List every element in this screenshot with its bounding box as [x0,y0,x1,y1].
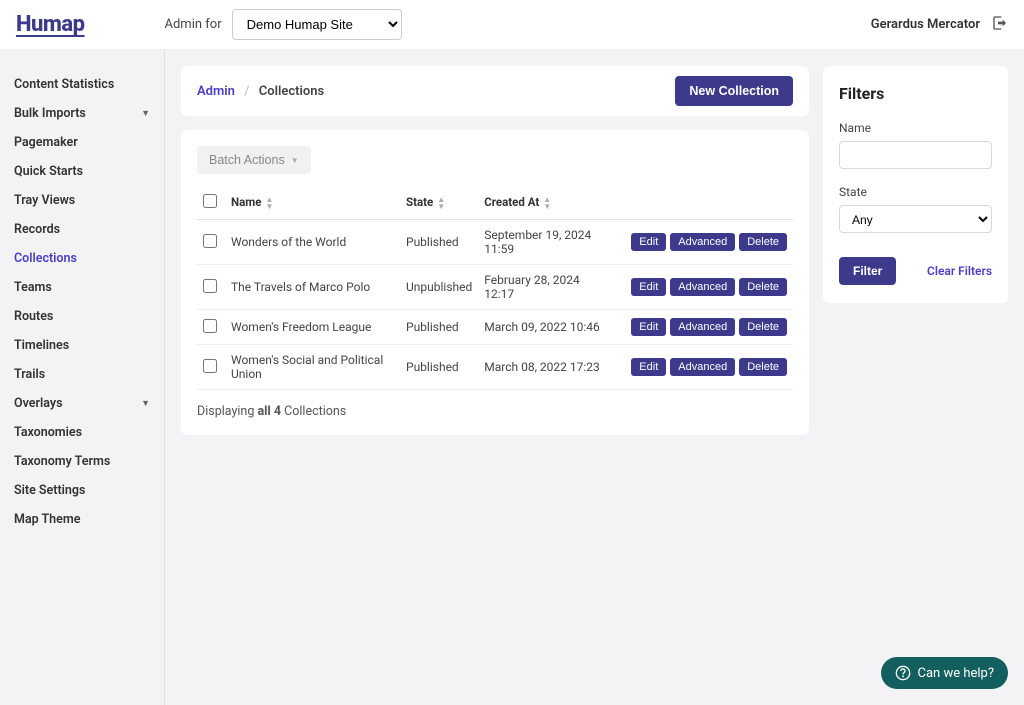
row-created-at: September 19, 2024 11:59 [478,220,613,265]
row-checkbox[interactable] [203,279,217,293]
logout-icon[interactable] [992,15,1008,35]
row-checkbox[interactable] [203,359,217,373]
select-all-checkbox[interactable] [203,194,217,208]
sidebar-item-map-theme[interactable]: Map Theme [0,505,164,534]
sidebar-item-label: Routes [14,309,53,324]
delete-button[interactable]: Delete [739,278,787,296]
breadcrumb-root[interactable]: Admin [197,84,235,99]
column-created-at[interactable]: Created At▲▼ [478,186,613,220]
sidebar-item-taxonomies[interactable]: Taxonomies [0,418,164,447]
sidebar-item-site-settings[interactable]: Site Settings [0,476,164,505]
sidebar-item-records[interactable]: Records [0,215,164,244]
caret-down-icon: ▼ [291,156,299,165]
displaying-count: Displaying all 4 Collections [197,404,793,419]
sidebar-item-label: Teams [14,280,52,295]
row-state: Published [400,220,478,265]
advanced-button[interactable]: Advanced [670,358,735,376]
row-state: Published [400,310,478,345]
sidebar-item-trails[interactable]: Trails [0,360,164,389]
advanced-button[interactable]: Advanced [670,318,735,336]
sidebar-item-label: Map Theme [14,512,80,527]
site-select[interactable]: Demo Humap Site [232,9,402,40]
edit-button[interactable]: Edit [631,233,666,251]
sidebar-item-teams[interactable]: Teams [0,273,164,302]
caret-down-icon: ▼ [141,108,150,119]
sidebar-item-label: Tray Views [14,193,75,208]
sidebar-item-timelines[interactable]: Timelines [0,331,164,360]
sidebar-item-label: Taxonomies [14,425,82,440]
sort-icon: ▲▼ [265,196,273,210]
sidebar-item-pagemaker[interactable]: Pagemaker [0,128,164,157]
delete-button[interactable]: Delete [739,358,787,376]
row-state: Published [400,345,478,390]
batch-actions-button[interactable]: Batch Actions ▼ [197,146,311,174]
sidebar-item-bulk-imports[interactable]: Bulk Imports ▼ [0,99,164,128]
help-widget[interactable]: Can we help? [881,657,1008,689]
row-created-at: March 09, 2022 10:46 [478,310,613,345]
row-created-at: March 08, 2022 17:23 [478,345,613,390]
user-name[interactable]: Gerardus Mercator [871,17,980,32]
breadcrumb-sep: / [244,84,249,99]
filter-state-label: State [839,185,992,199]
sidebar-item-label: Trails [14,367,45,382]
filter-state-select[interactable]: Any [839,205,992,233]
row-name: Women's Freedom League [225,310,400,345]
advanced-button[interactable]: Advanced [670,233,735,251]
filter-button[interactable]: Filter [839,257,896,285]
filters-panel: Filters Name State Any Filter Clear Filt… [823,66,1008,303]
sidebar-item-label: Records [14,222,60,237]
sidebar-item-label: Pagemaker [14,135,78,150]
sidebar-item-label: Site Settings [14,483,85,498]
row-checkbox[interactable] [203,234,217,248]
row-name: The Travels of Marco Polo [225,265,400,310]
breadcrumb: Admin / Collections [197,84,324,99]
filter-name-input[interactable] [839,141,992,169]
sidebar-item-label: Taxonomy Terms [14,454,110,469]
sidebar-item-taxonomy-terms[interactable]: Taxonomy Terms [0,447,164,476]
logo[interactable]: Humap [16,12,85,37]
row-name: Women's Social and Political Union [225,345,400,390]
row-name: Wonders of the World [225,220,400,265]
table-row: Wonders of the WorldPublishedSeptember 1… [197,220,793,265]
table-row: Women's Freedom LeaguePublishedMarch 09,… [197,310,793,345]
filter-name-label: Name [839,121,992,135]
filters-title: Filters [839,84,992,103]
caret-down-icon: ▼ [141,398,150,409]
breadcrumb-current: Collections [259,84,324,99]
admin-for-label: Admin for [165,17,222,32]
delete-button[interactable]: Delete [739,318,787,336]
sidebar-item-collections[interactable]: Collections [0,244,164,273]
sidebar-item-label: Quick Starts [14,164,83,179]
sort-icon: ▲▼ [437,196,445,210]
sidebar-item-routes[interactable]: Routes [0,302,164,331]
batch-actions-label: Batch Actions [209,153,285,167]
help-label: Can we help? [918,666,994,681]
sidebar-item-label: Content Statistics [14,77,114,92]
delete-button[interactable]: Delete [739,233,787,251]
sidebar-item-label: Timelines [14,338,69,353]
column-state[interactable]: State▲▼ [400,186,478,220]
sidebar-item-quick-starts[interactable]: Quick Starts [0,157,164,186]
sidebar-item-label: Bulk Imports [14,106,86,121]
clear-filters-link[interactable]: Clear Filters [927,264,992,278]
sidebar-item-label: Overlays [14,396,63,411]
sidebar-item-overlays[interactable]: Overlays ▼ [0,389,164,418]
table-row: Women's Social and Political UnionPublis… [197,345,793,390]
sidebar: Content Statistics Bulk Imports ▼ Pagemaker… [0,50,165,705]
table-row: The Travels of Marco PoloUnpublishedFebr… [197,265,793,310]
edit-button[interactable]: Edit [631,358,666,376]
edit-button[interactable]: Edit [631,278,666,296]
sort-icon: ▲▼ [543,196,551,210]
help-icon [895,665,911,681]
new-collection-button[interactable]: New Collection [675,76,793,106]
sidebar-item-label: Collections [14,251,77,266]
row-checkbox[interactable] [203,319,217,333]
sidebar-item-tray-views[interactable]: Tray Views [0,186,164,215]
edit-button[interactable]: Edit [631,318,666,336]
column-name[interactable]: Name▲▼ [225,186,400,220]
advanced-button[interactable]: Advanced [670,278,735,296]
sidebar-item-content-statistics[interactable]: Content Statistics [0,70,164,99]
row-state: Unpublished [400,265,478,310]
row-created-at: February 28, 2024 12:17 [478,265,613,310]
